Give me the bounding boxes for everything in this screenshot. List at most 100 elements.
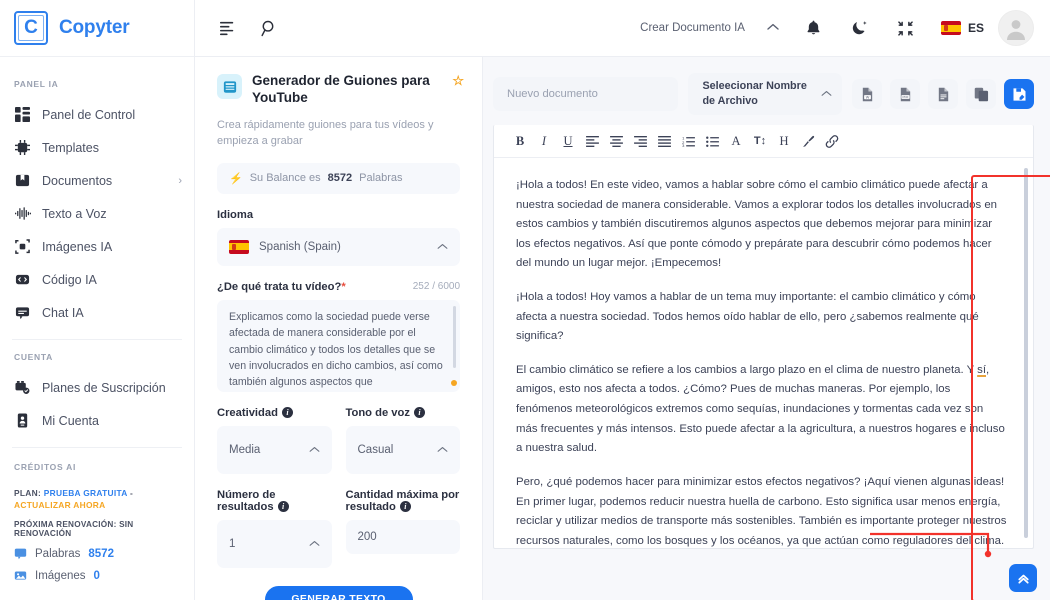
plan-line: PLAN: PRUEBA GRATUITA - ACTUALIZAR AHORA [14,487,180,511]
align-right-icon[interactable] [628,129,652,153]
balance-suffix: Palabras [359,172,403,185]
highlight-brush-icon[interactable] [796,129,820,153]
chip-icon [14,139,31,156]
resize-handle-dot[interactable] [451,379,457,386]
credit-value: 0 [93,569,100,582]
spellcheck-word[interactable]: sí [977,364,986,376]
menu-lines-icon[interactable] [213,13,243,43]
brand-logo[interactable]: C Copyter [0,0,194,57]
save-document-button[interactable] [1004,79,1034,109]
sidebar-item-label: Panel de Control [42,107,136,122]
info-icon[interactable]: i [277,501,289,513]
creativity-field-label: Creatividad i [217,407,332,419]
results-select[interactable]: 1 [217,519,332,568]
bold-icon[interactable]: B [508,129,532,153]
results-select-value: 1 [229,537,236,550]
app-root: C Copyter PANEL IA Panel de Control Temp… [0,0,1050,600]
search-icon[interactable] [254,13,284,43]
creativity-select-value: Media [229,443,261,456]
creativity-tone-row: Creatividad i Media Tono de voz i Casual [217,392,460,474]
justify-icon[interactable] [652,129,676,153]
tone-select-value: Casual [357,443,394,456]
creativity-select[interactable]: Media [217,425,332,474]
plan-upgrade-link[interactable]: ACTUALIZAR AHORA [14,500,106,510]
sidebar-item-label: Chat IA [42,305,84,320]
sidebar-item-templates[interactable]: Templates [0,131,194,164]
balance-banner: ⚡ Su Balance es 8572 Palabras [217,162,460,194]
logo-letter: C [24,17,38,38]
chevron-up-icon [309,538,320,550]
editor-scrollbar[interactable] [1024,168,1028,538]
sidebar-item-planes-de-suscripcion[interactable]: Planes de Suscripción [0,371,194,404]
select-file-dropdown[interactable]: Seleecionar Nombre de Archivo [688,73,842,115]
scroll-to-top-button[interactable] [1009,564,1037,592]
language-select-value: Spanish (Spain) [259,240,341,253]
editor-paragraph: Pero, ¿qué podemos hacer para minimizar … [516,475,1007,547]
copy-document-button[interactable] [966,79,996,109]
language-select[interactable]: Spanish (Spain) [217,227,460,266]
link-icon[interactable] [820,129,844,153]
textarea-scrollbar[interactable] [453,305,456,368]
avatar[interactable] [998,10,1034,46]
chevron-up-icon [309,444,320,456]
export-word-button[interactable]: W [852,79,882,109]
sidebar-item-codigo-ia[interactable]: Código IA [0,263,194,296]
sidebar-item-documentos[interactable]: Documentos › [0,164,194,197]
align-center-icon[interactable] [604,129,628,153]
topic-char-counter: 252 / 6000 [412,280,460,292]
editor-content[interactable]: ¡Hola a todos! En este video, vamos a ha… [494,158,1033,548]
generate-text-button[interactable]: GENERAR TEXTO [264,585,413,600]
tone-select[interactable]: Casual [345,425,460,474]
sidebar-item-panel-de-control[interactable]: Panel de Control [0,98,194,131]
heading-icon[interactable]: H [772,129,796,153]
folder-icon [14,172,31,189]
create-document-link[interactable]: Crear Documento IA [640,22,745,34]
export-text-button[interactable] [928,79,958,109]
editor-paragraph: ¡Hola a todos! Hoy vamos a hablar de un … [516,291,979,343]
chevron-up-icon [821,88,832,100]
svg-text:PDF: PDF [902,95,908,99]
plan-name: PRUEBA GRATUITA [43,488,128,498]
document-editor-panel: Nuevo documento Seleecionar Nombre de Ar… [483,57,1050,600]
sidebar-item-label: Templates [42,140,99,155]
bullet-list-icon[interactable] [700,129,724,153]
sidebar-item-chat-ia[interactable]: Chat IA [0,296,194,329]
maxlen-input-value: 200 [357,530,377,543]
maxlen-input[interactable]: 200 [345,519,460,554]
language-selector[interactable]: ES [940,21,984,35]
info-icon[interactable]: i [281,407,293,419]
sidebar-item-mi-cuenta[interactable]: Mi Cuenta [0,404,194,437]
credits-section: CRÉDITOS AI PLAN: PRUEBA GRATUITA - ACTU… [0,450,194,582]
align-left-icon[interactable] [580,129,604,153]
generator-header: Generador de Guiones para YouTube ☆ [217,73,464,107]
sidebar: C Copyter PANEL IA Panel de Control Temp… [0,0,195,600]
font-size-icon[interactable]: T↕ [748,129,772,153]
favorite-star-icon[interactable]: ☆ [452,73,464,89]
info-icon[interactable]: i [399,501,411,513]
plan-prefix: PLAN: [14,488,42,498]
svg-text:W: W [865,95,869,99]
export-pdf-button[interactable]: PDF [890,79,920,109]
bell-icon[interactable] [799,13,829,43]
topic-textarea[interactable]: Explicamos como la sociedad puede verse … [217,299,460,392]
svg-text:3: 3 [682,143,685,147]
main-area: Crear Documento IA ES Generador de Guion… [195,0,1050,600]
results-field-label: Número de resultados i [217,489,332,513]
chevron-up-icon[interactable] [767,22,779,34]
code-icon [14,271,31,288]
moon-icon[interactable] [845,13,875,43]
credit-label: Imágenes [35,569,86,582]
creativity-label-text: Creatividad [217,406,278,419]
font-family-icon[interactable]: A [724,129,748,153]
sidebar-item-texto-a-voz[interactable]: Texto a Voz [0,197,194,230]
ordered-list-icon[interactable]: 123 [676,129,700,153]
italic-icon[interactable]: I [532,129,556,153]
select-file-label: Seleecionar Nombre de Archivo [702,80,807,107]
generator-form-panel: Generador de Guiones para YouTube ☆ Crea… [195,57,483,600]
sidebar-section-account: CUENTA [14,352,53,362]
info-icon[interactable]: i [413,407,425,419]
collapse-icon[interactable] [891,13,921,43]
document-name-input[interactable]: Nuevo documento [493,77,679,111]
sidebar-item-imagenes-ia[interactable]: Imágenes IA [0,230,194,263]
underline-icon[interactable]: U [556,129,580,153]
